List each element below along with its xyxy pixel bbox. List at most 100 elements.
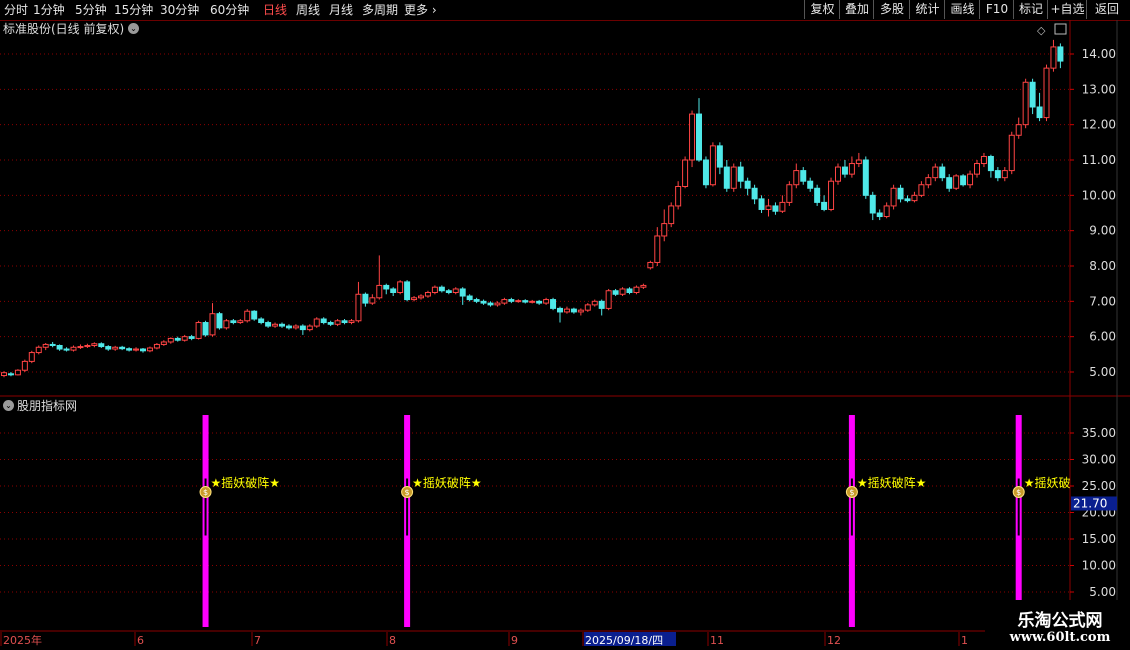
- time-label-7: 12: [827, 634, 841, 647]
- candle-body-71: [494, 302, 501, 306]
- collapse-indicator-icon[interactable]: ⌄: [3, 400, 14, 411]
- signal-label-2: ★摇妖破阵★: [857, 475, 927, 490]
- candle-body-25: [174, 337, 181, 341]
- candle-body-27: [188, 336, 195, 339]
- time-label-3: 8: [389, 634, 396, 647]
- candle-body-123: [855, 159, 862, 165]
- candle-body-32: [223, 320, 230, 329]
- candle-body-142: [987, 155, 994, 172]
- candle-body-45: [313, 318, 320, 327]
- candle-body-5: [35, 346, 42, 354]
- candle-body-116: [807, 180, 814, 189]
- candle-body-84: [584, 304, 591, 311]
- candle-body-150: [1043, 67, 1050, 119]
- ind-tick-label-2: 25.00: [1082, 479, 1116, 493]
- candle-body-38: [265, 322, 272, 327]
- candle-body-119: [828, 180, 835, 210]
- candle-body-120: [835, 166, 841, 182]
- ind-tick-label-5: 10.00: [1082, 559, 1116, 573]
- candle-body-91: [633, 286, 640, 294]
- main-tick-label-3: 11.00: [1082, 153, 1116, 167]
- candle-body-121: [841, 166, 848, 175]
- candle-body-127: [883, 205, 890, 218]
- candle-body-20: [140, 348, 146, 352]
- candle-body-49: [341, 320, 348, 324]
- money-bag-symbol-1: $: [405, 488, 410, 497]
- candle-body-19: [133, 348, 140, 351]
- candle-body-90: [626, 288, 633, 294]
- candle-body-99: [689, 113, 696, 161]
- time-label-0: 2025年: [3, 633, 42, 647]
- main-tick-label-4: 10.00: [1082, 188, 1116, 202]
- time-label-6: 11: [710, 634, 724, 647]
- candle-body-111: [772, 205, 779, 212]
- candle-body-59: [411, 297, 418, 301]
- candle-body-140: [974, 163, 980, 175]
- candle-body-126: [876, 212, 883, 218]
- candle-body-103: [716, 145, 723, 168]
- candle-body-112: [779, 201, 786, 212]
- candle-body-15: [105, 346, 112, 350]
- kline-chart: 14.00 13.00 12.00 11.00 10.00 9.00 8.00 7.00 6.0…: [0, 20, 1130, 647]
- candle-body-108: [751, 187, 758, 200]
- candle-body-10: [70, 346, 77, 351]
- candle-body-137: [953, 175, 960, 189]
- candle-body-86: [598, 300, 605, 309]
- main-tick-label-8: 6.00: [1089, 330, 1116, 344]
- candle-body-93: [647, 261, 654, 269]
- candle-body-83: [577, 309, 584, 313]
- candle-body-42: [292, 325, 299, 329]
- candle-body-100: [696, 113, 702, 161]
- candle-body-122: [848, 163, 855, 175]
- candle-body-129: [897, 187, 904, 200]
- candle-body-146: [1015, 124, 1022, 136]
- candle-body-30: [209, 313, 216, 336]
- candle-body-135: [939, 166, 946, 179]
- candle-body-28: [195, 322, 202, 339]
- candle-body-43: [299, 325, 306, 331]
- candle-body-47: [327, 322, 334, 325]
- candle-body-14: [98, 343, 105, 348]
- candle-body-117: [814, 187, 821, 203]
- candle-body-67: [466, 295, 473, 301]
- candle-body-44: [306, 325, 313, 331]
- candle-body-66: [459, 288, 466, 297]
- candle-body-145: [1008, 134, 1015, 172]
- candle-body-31: [216, 313, 223, 329]
- candle-body-37: [258, 318, 265, 324]
- candle-body-69: [480, 300, 487, 304]
- candle-body-89: [619, 288, 626, 295]
- candle-body-141: [980, 155, 987, 165]
- candle-body-11: [77, 346, 84, 349]
- candle-body-13: [91, 343, 98, 347]
- candle-body-102: [709, 145, 716, 186]
- signal-label-0: ★摇妖破阵★: [211, 475, 281, 490]
- candle-body-41: [285, 325, 292, 329]
- main-tick-label-6: 8.00: [1089, 259, 1116, 273]
- candle-body-35: [244, 310, 251, 322]
- main-tick-label-2: 12.00: [1082, 118, 1116, 132]
- candle-body-148: [1029, 81, 1036, 108]
- time-label-8: 1: [961, 634, 968, 647]
- candle-body-51: [355, 293, 362, 322]
- candle-body-114: [793, 170, 800, 186]
- candle-body-36: [251, 310, 258, 320]
- time-label-1: 6: [137, 634, 144, 647]
- candle-body-6: [42, 343, 49, 348]
- candle-body-72: [501, 299, 508, 304]
- candle-body-136: [946, 177, 953, 189]
- ind-tick-label-6: 5.00: [1089, 585, 1116, 599]
- candle-body-23: [160, 341, 167, 345]
- candle-body-130: [904, 198, 911, 202]
- candle-body-16: [112, 346, 119, 350]
- candle-body-81: [563, 308, 570, 313]
- candle-body-52: [362, 293, 369, 304]
- indicator-name: 股朋指标网: [17, 399, 78, 413]
- candle-body-58: [404, 281, 411, 301]
- candle-body-29: [202, 322, 209, 336]
- candle-body-3: [21, 360, 28, 371]
- candle-body-133: [925, 177, 932, 186]
- candle-body-109: [758, 198, 765, 210]
- candle-body-134: [932, 166, 939, 179]
- candle-body-96: [668, 205, 675, 225]
